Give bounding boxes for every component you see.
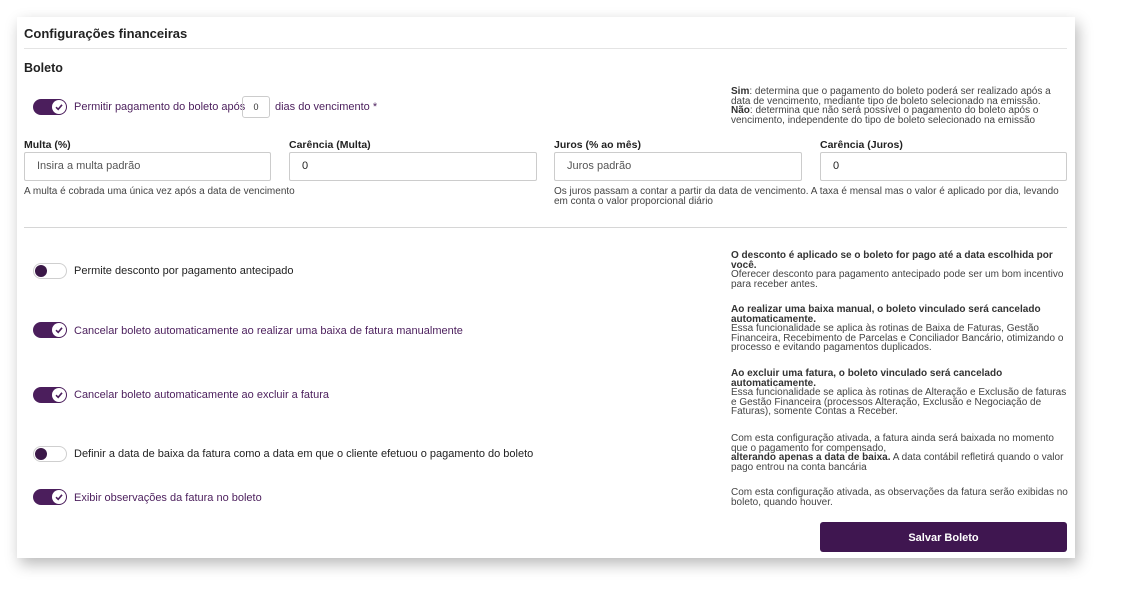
juros-input[interactable]: Juros padrão	[554, 152, 802, 181]
toggle-knob	[52, 323, 66, 337]
toggle-knob	[52, 490, 66, 504]
juros-hint: Os juros passam a contar a partir da dat…	[554, 186, 1059, 207]
cancel-on-delete-help: Ao excluir uma fatura, o boleto vinculad…	[731, 368, 1067, 418]
cancel-on-manual-writeoff-toggle[interactable]	[33, 322, 67, 338]
check-icon	[55, 392, 63, 399]
show-invoice-notes-label: Exibir observações da fatura no boleto	[74, 492, 262, 504]
cancel-on-delete-label: Cancelar boleto automaticamente ao exclu…	[74, 389, 329, 401]
allow-late-payment-toggle[interactable]	[33, 99, 67, 115]
allow-late-payment-label: Permitir pagamento do boleto após	[74, 101, 246, 113]
title-divider	[24, 48, 1067, 49]
financial-settings-card: Configurações financeiras Boleto Permiti…	[17, 17, 1075, 558]
section-divider	[24, 227, 1067, 228]
check-icon	[55, 494, 63, 501]
days-after-due-label: dias do vencimento *	[275, 101, 378, 113]
toggle-knob	[52, 388, 66, 402]
payment-date-as-writeoff-label: Definir a data de baixa da fatura como a…	[74, 448, 534, 460]
show-invoice-notes-toggle[interactable]	[33, 489, 67, 505]
carencia-multa-input[interactable]: 0	[289, 152, 537, 181]
early-discount-label: Permite desconto por pagamento antecipad…	[74, 265, 294, 277]
juros-label: Juros (% ao mês)	[554, 139, 641, 151]
toggle-knob	[35, 265, 47, 277]
cancel-on-manual-writeoff-help: Ao realizar uma baixa manual, o boleto v…	[731, 304, 1064, 354]
carencia-juros-input[interactable]: 0	[820, 152, 1067, 181]
payment-date-as-writeoff-help: Com esta configuração ativada, a fatura …	[731, 433, 1064, 473]
toggle-knob	[35, 448, 47, 460]
show-invoice-notes-help: Com esta configuração ativada, as observ…	[731, 487, 1068, 508]
cancel-on-manual-writeoff-label: Cancelar boleto automaticamente ao reali…	[74, 325, 463, 337]
multa-input[interactable]: Insira a multa padrão	[24, 152, 271, 181]
check-icon	[55, 327, 63, 334]
allow-late-payment-help: Sim: determina que o pagamento do boleto…	[731, 86, 1051, 126]
save-boleto-button[interactable]: Salvar Boleto	[820, 522, 1067, 552]
cancel-on-delete-toggle[interactable]	[33, 387, 67, 403]
multa-label: Multa (%)	[24, 139, 71, 151]
early-discount-toggle[interactable]	[33, 263, 67, 279]
days-after-due-input[interactable]: 0	[242, 96, 270, 118]
toggle-knob	[52, 100, 66, 114]
payment-date-as-writeoff-toggle[interactable]	[33, 446, 67, 462]
check-icon	[55, 104, 63, 111]
early-discount-help: O desconto é aplicado se o boleto for pa…	[731, 250, 1064, 290]
section-title-boleto: Boleto	[24, 61, 63, 75]
carencia-juros-label: Carência (Juros)	[820, 139, 903, 151]
page-title: Configurações financeiras	[24, 26, 188, 41]
multa-hint: A multa é cobrada uma única vez após a d…	[24, 186, 295, 197]
carencia-multa-label: Carência (Multa)	[289, 139, 371, 151]
